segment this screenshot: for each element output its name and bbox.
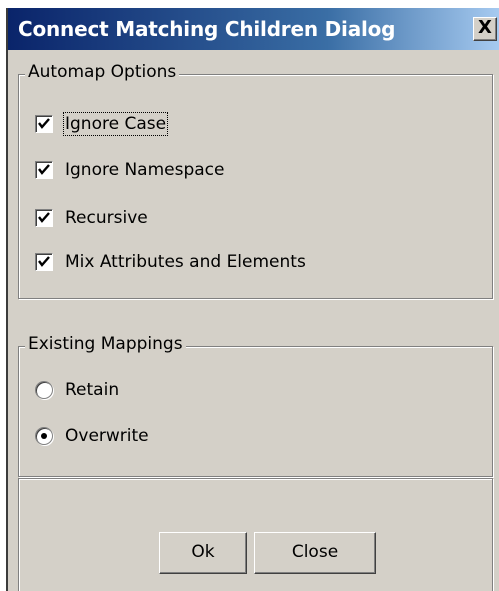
checkmark-icon: [38, 118, 50, 129]
checkmark-icon: [38, 212, 50, 223]
existing-mappings-legend: Existing Mappings: [25, 334, 186, 354]
connect-matching-children-dialog: Connect Matching Children Dialog X Autom…: [6, 8, 499, 591]
ok-button[interactable]: Ok: [159, 532, 247, 574]
overwrite-option[interactable]: Overwrite: [35, 424, 149, 448]
recursive-label: Recursive: [65, 208, 148, 228]
ignore-case-label: Ignore Case: [62, 112, 169, 136]
mix-attributes-checkbox[interactable]: [35, 253, 53, 271]
ignore-namespace-option[interactable]: Ignore Namespace: [35, 158, 224, 182]
overwrite-label: Overwrite: [65, 426, 149, 446]
checkmark-icon: [38, 164, 50, 175]
existing-mappings-group: Existing Mappings Retain Overwrite: [18, 334, 493, 477]
automap-options-legend: Automap Options: [25, 62, 180, 82]
close-button[interactable]: Close: [254, 532, 376, 574]
automap-options-group: Automap Options Ignore Case Ignore Names…: [18, 62, 493, 299]
recursive-option[interactable]: Recursive: [35, 206, 148, 230]
title-bar[interactable]: Connect Matching Children Dialog X: [8, 8, 499, 50]
checkmark-icon: [38, 256, 50, 267]
ignore-namespace-label: Ignore Namespace: [65, 160, 225, 180]
close-window-button[interactable]: X: [473, 17, 497, 41]
mix-attributes-option[interactable]: Mix Attributes and Elements: [35, 250, 306, 274]
ignore-case-checkbox[interactable]: [35, 115, 53, 133]
close-icon: X: [478, 17, 492, 38]
radio-selected-dot: [41, 433, 47, 439]
retain-label: Retain: [65, 380, 120, 400]
mix-attributes-label: Mix Attributes and Elements: [65, 252, 306, 272]
retain-radio[interactable]: [35, 381, 53, 399]
ignore-case-option[interactable]: Ignore Case: [35, 112, 169, 136]
button-panel: Ok Close: [18, 478, 493, 591]
overwrite-radio[interactable]: [35, 427, 53, 445]
retain-option[interactable]: Retain: [35, 378, 119, 402]
dialog-title: Connect Matching Children Dialog: [18, 17, 396, 41]
recursive-checkbox[interactable]: [35, 209, 53, 227]
ignore-namespace-checkbox[interactable]: [35, 161, 53, 179]
